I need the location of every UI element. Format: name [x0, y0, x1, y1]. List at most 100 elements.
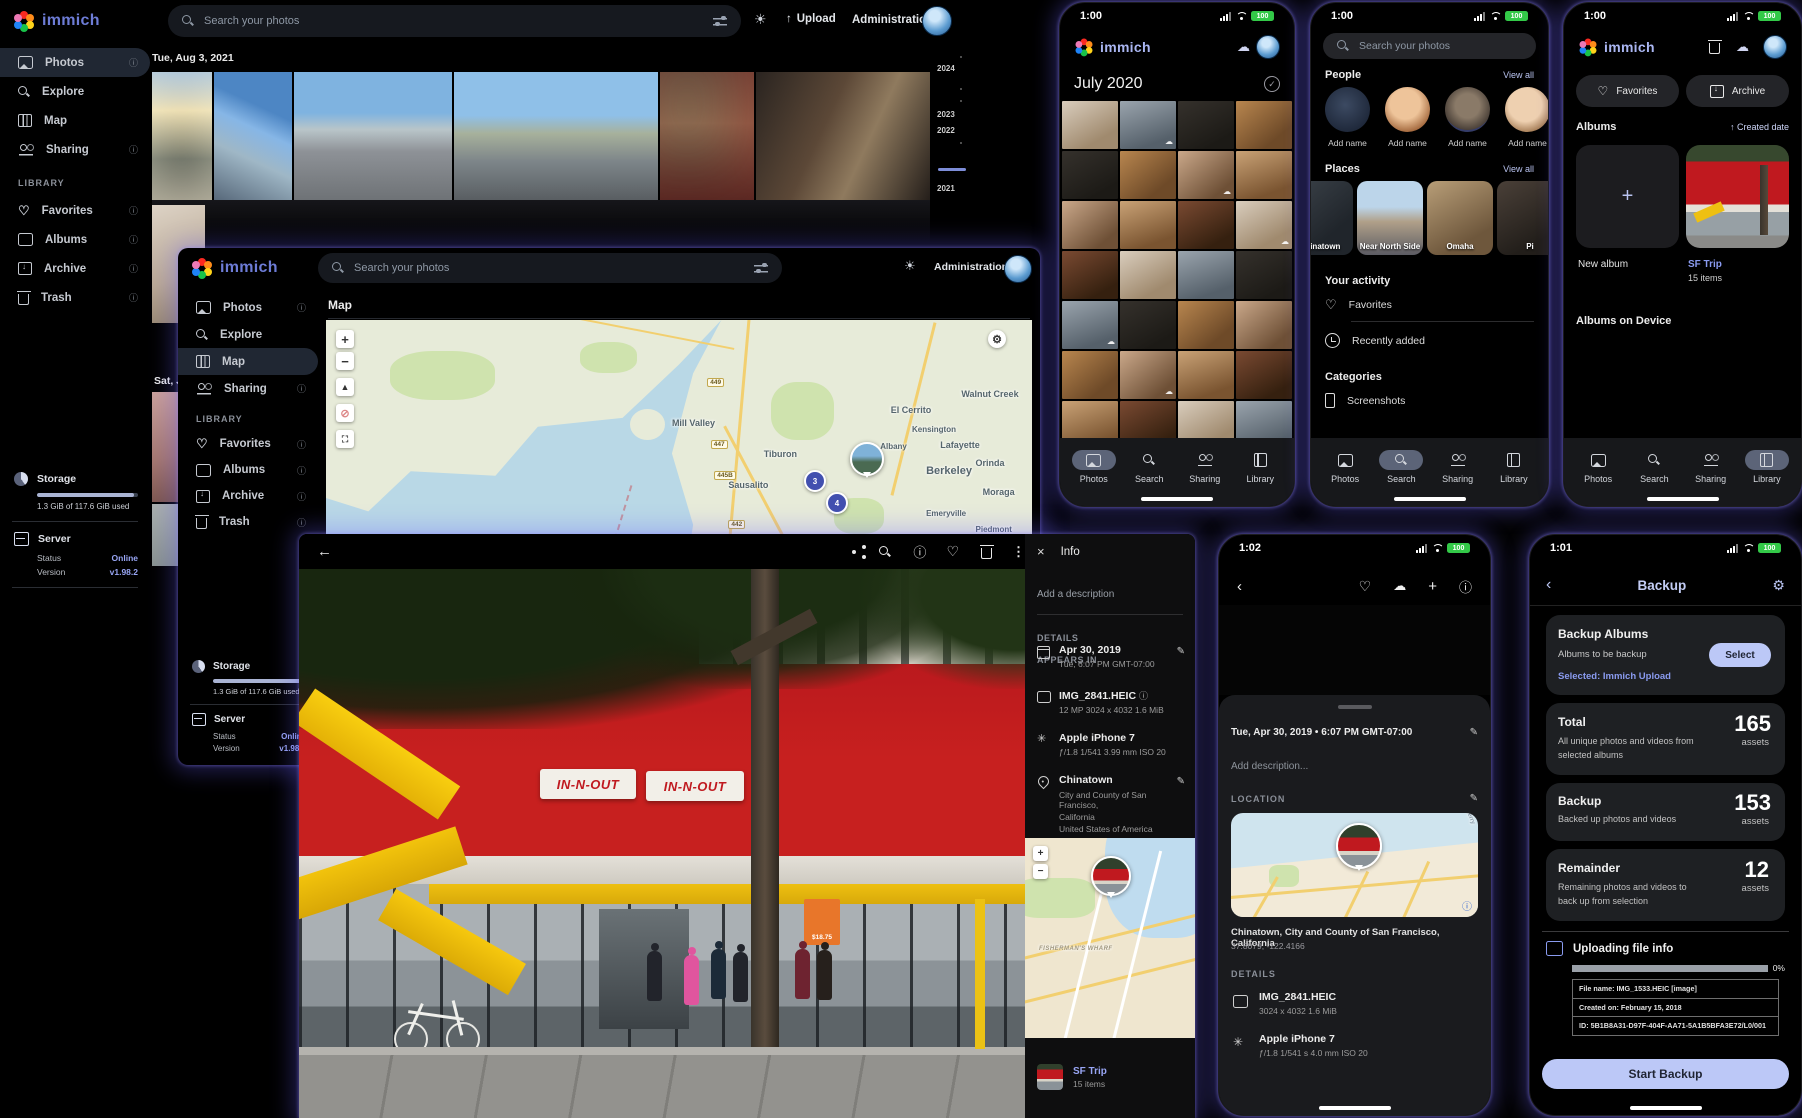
- location-map-card[interactable]: San Francisco Ferry ⓘ: [1231, 813, 1478, 917]
- activity-favorites[interactable]: ♡Favorites: [1325, 297, 1392, 313]
- nav-photos[interactable]: Photos: [1068, 450, 1120, 484]
- nav-library[interactable]: Library: [1741, 450, 1793, 484]
- album-name[interactable]: SF Trip: [1688, 259, 1722, 270]
- cloud-sync-icon[interactable]: ☁: [1237, 39, 1250, 55]
- back-icon[interactable]: ‹: [1546, 576, 1551, 594]
- nav-sharing[interactable]: Sharing: [1432, 450, 1484, 484]
- description-input[interactable]: Add a description: [1037, 589, 1183, 600]
- sidebar-item-explore[interactable]: Explore: [0, 77, 150, 106]
- description-input[interactable]: Add description...: [1231, 761, 1308, 772]
- user-avatar[interactable]: [1004, 255, 1032, 283]
- home-indicator[interactable]: [1319, 1106, 1391, 1110]
- sidebar-item-archive[interactable]: Archiveⓘ: [178, 483, 318, 509]
- favorite-heart-icon[interactable]: ♡: [946, 543, 959, 560]
- info-icon[interactable]: ⓘ: [129, 204, 138, 217]
- people-view-all[interactable]: View all: [1503, 70, 1534, 80]
- select-all-icon[interactable]: ✓: [1264, 76, 1280, 92]
- sidebar-item-photos[interactable]: Photosⓘ: [178, 294, 318, 321]
- activity-recent[interactable]: Recently added: [1325, 333, 1425, 348]
- photo-thumbnail[interactable]: [1236, 301, 1292, 349]
- sidebar-item-photos[interactable]: Photosⓘ: [0, 48, 150, 77]
- map-settings-button[interactable]: ⚙: [988, 330, 1006, 348]
- delete-icon[interactable]: [981, 548, 992, 559]
- nav-search[interactable]: Search: [1628, 450, 1680, 484]
- map-zoom-out-button[interactable]: −: [336, 352, 354, 370]
- photo-thumbnail[interactable]: [1236, 101, 1292, 149]
- photo-thumbnail[interactable]: [660, 72, 754, 200]
- back-icon[interactable]: ‹: [1237, 578, 1242, 595]
- photo-thumbnail[interactable]: [1062, 351, 1118, 399]
- nav-photos[interactable]: Photos: [1319, 450, 1371, 484]
- back-button[interactable]: ←: [317, 543, 332, 560]
- info-icon[interactable]: ⓘ: [129, 233, 138, 246]
- edit-date-icon[interactable]: ✎: [1470, 727, 1478, 738]
- file-info-icon[interactable]: ⓘ: [1139, 691, 1148, 701]
- search-input[interactable]: Search your photos: [1323, 33, 1536, 59]
- user-avatar[interactable]: [1256, 35, 1280, 59]
- place-tile[interactable]: Chinatown: [1311, 181, 1353, 255]
- album-card-sf-trip[interactable]: [1686, 145, 1789, 248]
- sidebar-item-trash[interactable]: Trashⓘ: [178, 509, 318, 535]
- photo-thumbnail[interactable]: [1120, 251, 1176, 299]
- nav-search[interactable]: Search: [1123, 450, 1175, 484]
- cloud-upload-icon[interactable]: ☁: [1393, 578, 1406, 594]
- location-mini-map[interactable]: FISHERMAN'S WHARF + −: [1025, 838, 1195, 1038]
- photo-thumbnail[interactable]: [1236, 251, 1292, 299]
- photo-thumbnail[interactable]: [1120, 301, 1176, 349]
- info-icon[interactable]: ⓘ: [129, 291, 138, 304]
- photo-thumbnail[interactable]: [294, 72, 452, 200]
- map-compass-button[interactable]: ▲: [336, 378, 354, 396]
- photo-thumbnail[interactable]: [152, 72, 212, 200]
- settings-gear-icon[interactable]: ⚙: [1772, 577, 1785, 594]
- photo-thumbnail[interactable]: [1062, 151, 1118, 199]
- sidebar-item-sharing[interactable]: Sharingⓘ: [178, 375, 318, 402]
- home-indicator[interactable]: [1394, 497, 1466, 501]
- search-input[interactable]: Search your photos: [318, 253, 782, 283]
- place-tile[interactable]: Near North Side: [1357, 181, 1423, 255]
- edit-date-icon[interactable]: ✎: [1177, 646, 1185, 657]
- person-face[interactable]: Add name: [1505, 87, 1548, 148]
- cloud-sync-off-icon[interactable]: ☁: [1736, 39, 1749, 55]
- place-tile[interactable]: Omaha: [1427, 181, 1493, 255]
- nav-sharing[interactable]: Sharing: [1179, 450, 1231, 484]
- photo-location-marker[interactable]: [1336, 823, 1382, 869]
- edit-location-icon[interactable]: ✎: [1470, 793, 1478, 804]
- new-album-card[interactable]: +: [1576, 145, 1679, 248]
- filter-sliders-icon[interactable]: [713, 15, 727, 27]
- photo-thumbnail[interactable]: [1178, 251, 1234, 299]
- map-cluster-marker[interactable]: 4: [826, 492, 848, 514]
- places-view-all[interactable]: View all: [1503, 164, 1534, 174]
- sidebar-item-albums[interactable]: Albumsⓘ: [0, 225, 150, 254]
- photo-thumbnail[interactable]: [1236, 351, 1292, 399]
- map-zoom-in-button[interactable]: +: [336, 330, 354, 348]
- map-fullscreen-button[interactable]: ⛶: [336, 430, 354, 448]
- photo-thumbnail[interactable]: [1120, 201, 1176, 249]
- map-layers-button[interactable]: ⊘: [336, 404, 354, 422]
- user-avatar[interactable]: [1763, 35, 1787, 59]
- appears-in-album[interactable]: SF Trip15 items: [1037, 1064, 1107, 1090]
- add-to-album-icon[interactable]: +: [1428, 578, 1437, 595]
- favorite-heart-icon[interactable]: ♡: [1359, 578, 1372, 595]
- info-icon[interactable]: ⓘ: [913, 542, 926, 561]
- photo-thumbnail[interactable]: [454, 72, 658, 200]
- nav-search[interactable]: Search: [1375, 450, 1427, 484]
- sidebar-item-explore[interactable]: Explore: [178, 321, 318, 348]
- photo-thumbnail[interactable]: [1178, 351, 1234, 399]
- nav-library[interactable]: Library: [1234, 450, 1286, 484]
- place-tile[interactable]: Pi: [1497, 181, 1548, 255]
- person-face[interactable]: Add name: [1325, 87, 1370, 148]
- photo-thumbnail[interactable]: ☁: [1120, 351, 1176, 399]
- edit-location-icon[interactable]: ✎: [1177, 776, 1185, 787]
- info-icon[interactable]: ⓘ: [129, 262, 138, 275]
- sidebar-item-albums[interactable]: Albumsⓘ: [178, 457, 318, 483]
- photo-thumbnail[interactable]: [1120, 151, 1176, 199]
- photo-thumbnail[interactable]: ☁: [1178, 151, 1234, 199]
- info-icon[interactable]: ⓘ: [1459, 577, 1472, 596]
- favorites-button[interactable]: ♡Favorites: [1576, 75, 1679, 107]
- photo-thumbnail[interactable]: ☁: [1236, 201, 1292, 249]
- more-options-icon[interactable]: ⋮: [1012, 544, 1025, 560]
- map-cluster-marker[interactable]: 3: [804, 470, 826, 492]
- albums-sort-button[interactable]: ↑ Created date: [1730, 122, 1789, 132]
- photo-thumbnail[interactable]: ☁: [1120, 101, 1176, 149]
- sidebar-item-map[interactable]: Map: [0, 106, 150, 135]
